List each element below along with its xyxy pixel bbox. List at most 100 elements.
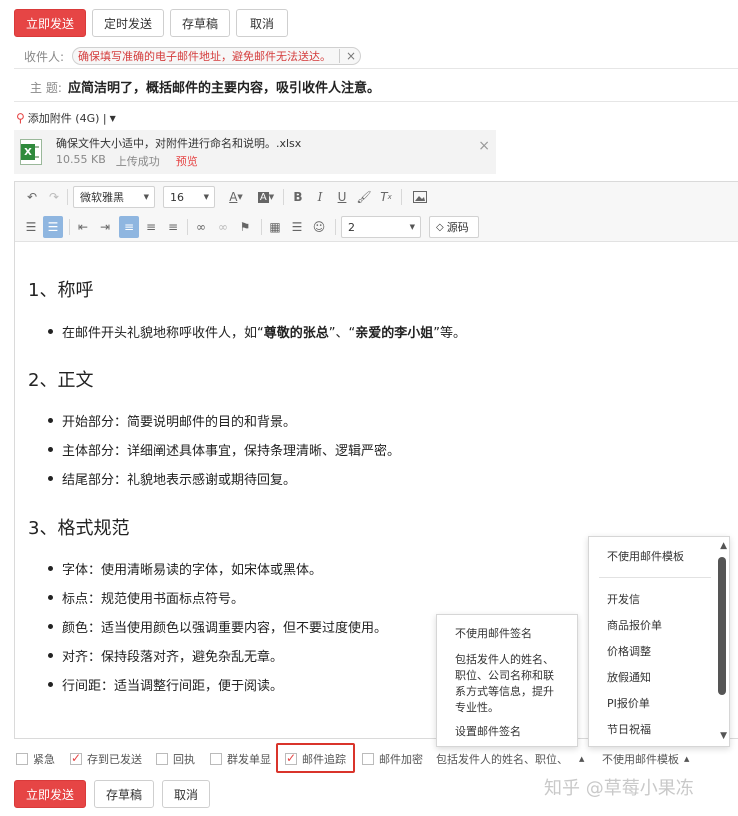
- align-left-icon[interactable]: ≡: [119, 216, 139, 238]
- horizontal-rule-icon[interactable]: ☰: [287, 216, 307, 238]
- font-family-value: 微软雅黑: [80, 191, 124, 204]
- clear-format-icon[interactable]: Tx: [377, 186, 395, 208]
- redo-icon[interactable]: ↷: [45, 186, 63, 208]
- template-select-value: 不使用邮件模板: [602, 753, 679, 766]
- template-option[interactable]: 价格调整: [607, 643, 651, 659]
- underline-icon[interactable]: U: [333, 186, 351, 208]
- save-to-sent-option[interactable]: 存到已发送: [70, 751, 142, 767]
- urgent-option[interactable]: 紧急: [16, 751, 55, 767]
- checkbox[interactable]: [156, 753, 168, 765]
- ordered-list-icon[interactable]: ☰: [21, 216, 41, 238]
- insert-image-icon[interactable]: [409, 186, 431, 208]
- signature-option-text[interactable]: 包括发件人的姓名、: [455, 651, 554, 667]
- setup-signature-option[interactable]: 设置邮件签名: [455, 723, 521, 739]
- template-select[interactable]: 不使用邮件模板 ▲: [602, 751, 689, 767]
- italic-icon[interactable]: I: [311, 186, 329, 208]
- link-icon[interactable]: ∞: [191, 216, 211, 238]
- attachment-preview-link[interactable]: 预览: [176, 153, 198, 169]
- save-draft-button-bottom[interactable]: 存草稿: [94, 780, 154, 808]
- greeting-text: ”、“: [328, 326, 356, 341]
- chevron-down-icon: ▼: [203, 193, 209, 201]
- checkbox[interactable]: [210, 753, 222, 765]
- attachment-name: 确保文件大小适中，对附件进行命名和说明。.xlsx: [56, 137, 302, 150]
- toolbar-separator: [67, 189, 68, 205]
- urgent-label: 紧急: [33, 753, 55, 766]
- cancel-button[interactable]: 取消: [236, 9, 288, 37]
- signature-option-text[interactable]: 职位、公司名称和联: [455, 667, 554, 683]
- emoji-icon[interactable]: ☺: [309, 216, 329, 238]
- cancel-button-bottom[interactable]: 取消: [162, 780, 210, 808]
- bold-icon[interactable]: B: [289, 186, 307, 208]
- encrypt-option[interactable]: 邮件加密: [362, 751, 423, 767]
- format-painter-icon[interactable]: 🖌: [355, 186, 373, 208]
- send-now-button-bottom[interactable]: 立即发送: [14, 780, 86, 808]
- template-option[interactable]: 节日祝福: [607, 721, 651, 737]
- list-item: 字体：使用清晰易读的字体，如宋体或黑体。: [47, 559, 322, 578]
- font-color-icon[interactable]: A ▼: [223, 186, 249, 208]
- separate-send-label: 群发单显: [227, 753, 271, 766]
- save-to-sent-label: 存到已发送: [87, 753, 142, 766]
- checkbox-checked[interactable]: [70, 751, 82, 765]
- recipient-label: 收件人:: [24, 50, 65, 64]
- font-size-select[interactable]: 16 ▼: [163, 186, 215, 208]
- signature-select[interactable]: 包括发件人的姓名、职位、 ▲: [436, 751, 584, 767]
- signature-select-value: 包括发件人的姓名、职位、: [436, 753, 568, 766]
- source-code-button[interactable]: ◇ 源码: [429, 216, 479, 238]
- list-item: 颜色：适当使用颜色以强调重要内容，但不要过度使用。: [47, 617, 387, 636]
- save-draft-button[interactable]: 存草稿: [170, 9, 230, 37]
- watermark: 知乎 @草莓小果冻: [544, 778, 694, 799]
- recipient-chip[interactable]: 确保填写准确的电子邮件地址，避免邮件无法送达。 ×: [72, 47, 362, 65]
- subject-input[interactable]: 应简洁明了，概括邮件的主要内容，吸引收件人注意。: [68, 77, 380, 96]
- paperclip-icon: ⚲: [16, 111, 25, 125]
- indent-icon[interactable]: ⇥: [95, 216, 115, 238]
- remove-recipient-icon[interactable]: ×: [339, 49, 356, 63]
- line-height-select[interactable]: 2 ▼: [341, 216, 421, 238]
- attachment-status: 上传成功: [115, 155, 160, 168]
- template-option[interactable]: 放假通知: [607, 669, 651, 685]
- font-family-select[interactable]: 微软雅黑 ▼: [73, 186, 155, 208]
- attachment-item: X 确保文件大小适中，对附件进行命名和说明。.xlsx 10.55 KB 上传成…: [14, 130, 496, 174]
- add-attachment-link[interactable]: ⚲ 添加附件 (4G) | ▼: [16, 110, 116, 126]
- read-receipt-label: 回执: [173, 753, 195, 766]
- separate-send-option[interactable]: 群发单显: [210, 751, 271, 767]
- toolbar-separator: [261, 219, 262, 235]
- no-template-option[interactable]: 不使用邮件模板: [607, 548, 684, 564]
- list-item: 开始部分：简要说明邮件的目的和背景。: [47, 411, 296, 430]
- read-receipt-option[interactable]: 回执: [156, 751, 195, 767]
- no-signature-option[interactable]: 不使用邮件签名: [455, 625, 532, 641]
- template-option[interactable]: 商品报价单: [607, 617, 662, 633]
- toolbar-separator: [69, 219, 70, 235]
- send-now-button[interactable]: 立即发送: [14, 9, 86, 37]
- list-item: 结尾部分：礼貌地表示感谢或期待回复。: [47, 469, 296, 488]
- excel-file-icon: X: [20, 139, 42, 165]
- divider: [14, 68, 738, 69]
- remove-attachment-icon[interactable]: ×: [478, 138, 490, 154]
- schedule-send-button[interactable]: 定时发送: [92, 9, 164, 37]
- outdent-icon[interactable]: ⇤: [73, 216, 93, 238]
- background-color-icon[interactable]: A ▼: [253, 186, 279, 208]
- divider: [14, 101, 738, 102]
- checkbox[interactable]: [16, 753, 28, 765]
- signature-option-text[interactable]: 专业性。: [455, 699, 499, 715]
- scroll-down-icon[interactable]: ▼: [720, 731, 727, 741]
- recipient-chip-text: 确保填写准确的电子邮件地址，避免邮件无法送达。: [78, 50, 331, 63]
- signature-option-text[interactable]: 系方式等信息，提升: [455, 683, 554, 699]
- unlink-icon[interactable]: ∞: [213, 216, 233, 238]
- scroll-up-icon[interactable]: ▲: [720, 541, 727, 551]
- toolbar-separator: [401, 189, 402, 205]
- subject-label: 主 题:: [30, 81, 62, 95]
- chevron-down-icon[interactable]: ▼: [110, 114, 116, 123]
- unordered-list-icon[interactable]: ☰: [43, 216, 63, 238]
- anchor-flag-icon[interactable]: ⚑: [235, 216, 255, 238]
- chevron-up-icon: ▲: [579, 755, 585, 763]
- align-right-icon[interactable]: ≡: [163, 216, 183, 238]
- checkbox[interactable]: [362, 753, 374, 765]
- template-option[interactable]: PI报价单: [607, 695, 650, 711]
- scrollbar-thumb[interactable]: [718, 557, 726, 695]
- undo-icon[interactable]: ↶: [23, 186, 41, 208]
- align-center-icon[interactable]: ≡: [141, 216, 161, 238]
- template-option[interactable]: 开发信: [607, 591, 640, 607]
- table-icon[interactable]: ▦: [265, 216, 285, 238]
- encrypt-label: 邮件加密: [379, 753, 423, 766]
- toolbar-separator: [335, 219, 336, 235]
